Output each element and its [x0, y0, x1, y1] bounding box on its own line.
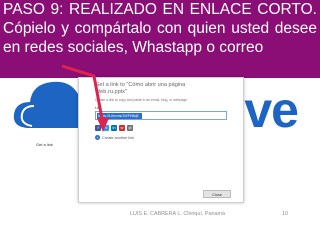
facebook-icon[interactable]: f	[95, 125, 101, 131]
close-button[interactable]: Close	[203, 190, 231, 198]
create-link-label: Create another link	[102, 135, 135, 140]
page-number: 10	[282, 211, 288, 217]
plus-icon: +	[95, 135, 100, 140]
instruction-banner: PASO 9: REALIZADO EN ENLACE CORTO. Cópie…	[0, 0, 320, 78]
dialog-subtitle: Create a link to copy and paste in an em…	[95, 98, 187, 102]
link-url-text[interactable]: https://1drv.ms/1WFH8q5	[97, 113, 142, 119]
sidebar-get-link[interactable]: Get a link	[36, 142, 53, 147]
get-link-dialog: Get a link to "Cómo abrir una página Web…	[78, 77, 244, 203]
create-another-link[interactable]: + Create another link	[95, 135, 134, 140]
link-field-label: Link	[95, 106, 102, 110]
banner-text: PASO 9: REALIZADO EN ENLACE CORTO. Cópie…	[3, 1, 317, 56]
dialog-title: Get a link to "Cómo abrir una página Web…	[95, 82, 186, 95]
linkedin-icon[interactable]: in	[111, 125, 117, 131]
sina-icon[interactable]: w	[119, 125, 125, 131]
twitter-icon[interactable]: t	[103, 125, 109, 131]
email-icon[interactable]: @	[127, 125, 133, 131]
link-url-field[interactable]: https://1drv.ms/1WFH8q5	[95, 111, 227, 120]
footer-author: LUIS E. CABRERA L. Chiriquí, Panamá	[130, 211, 225, 217]
